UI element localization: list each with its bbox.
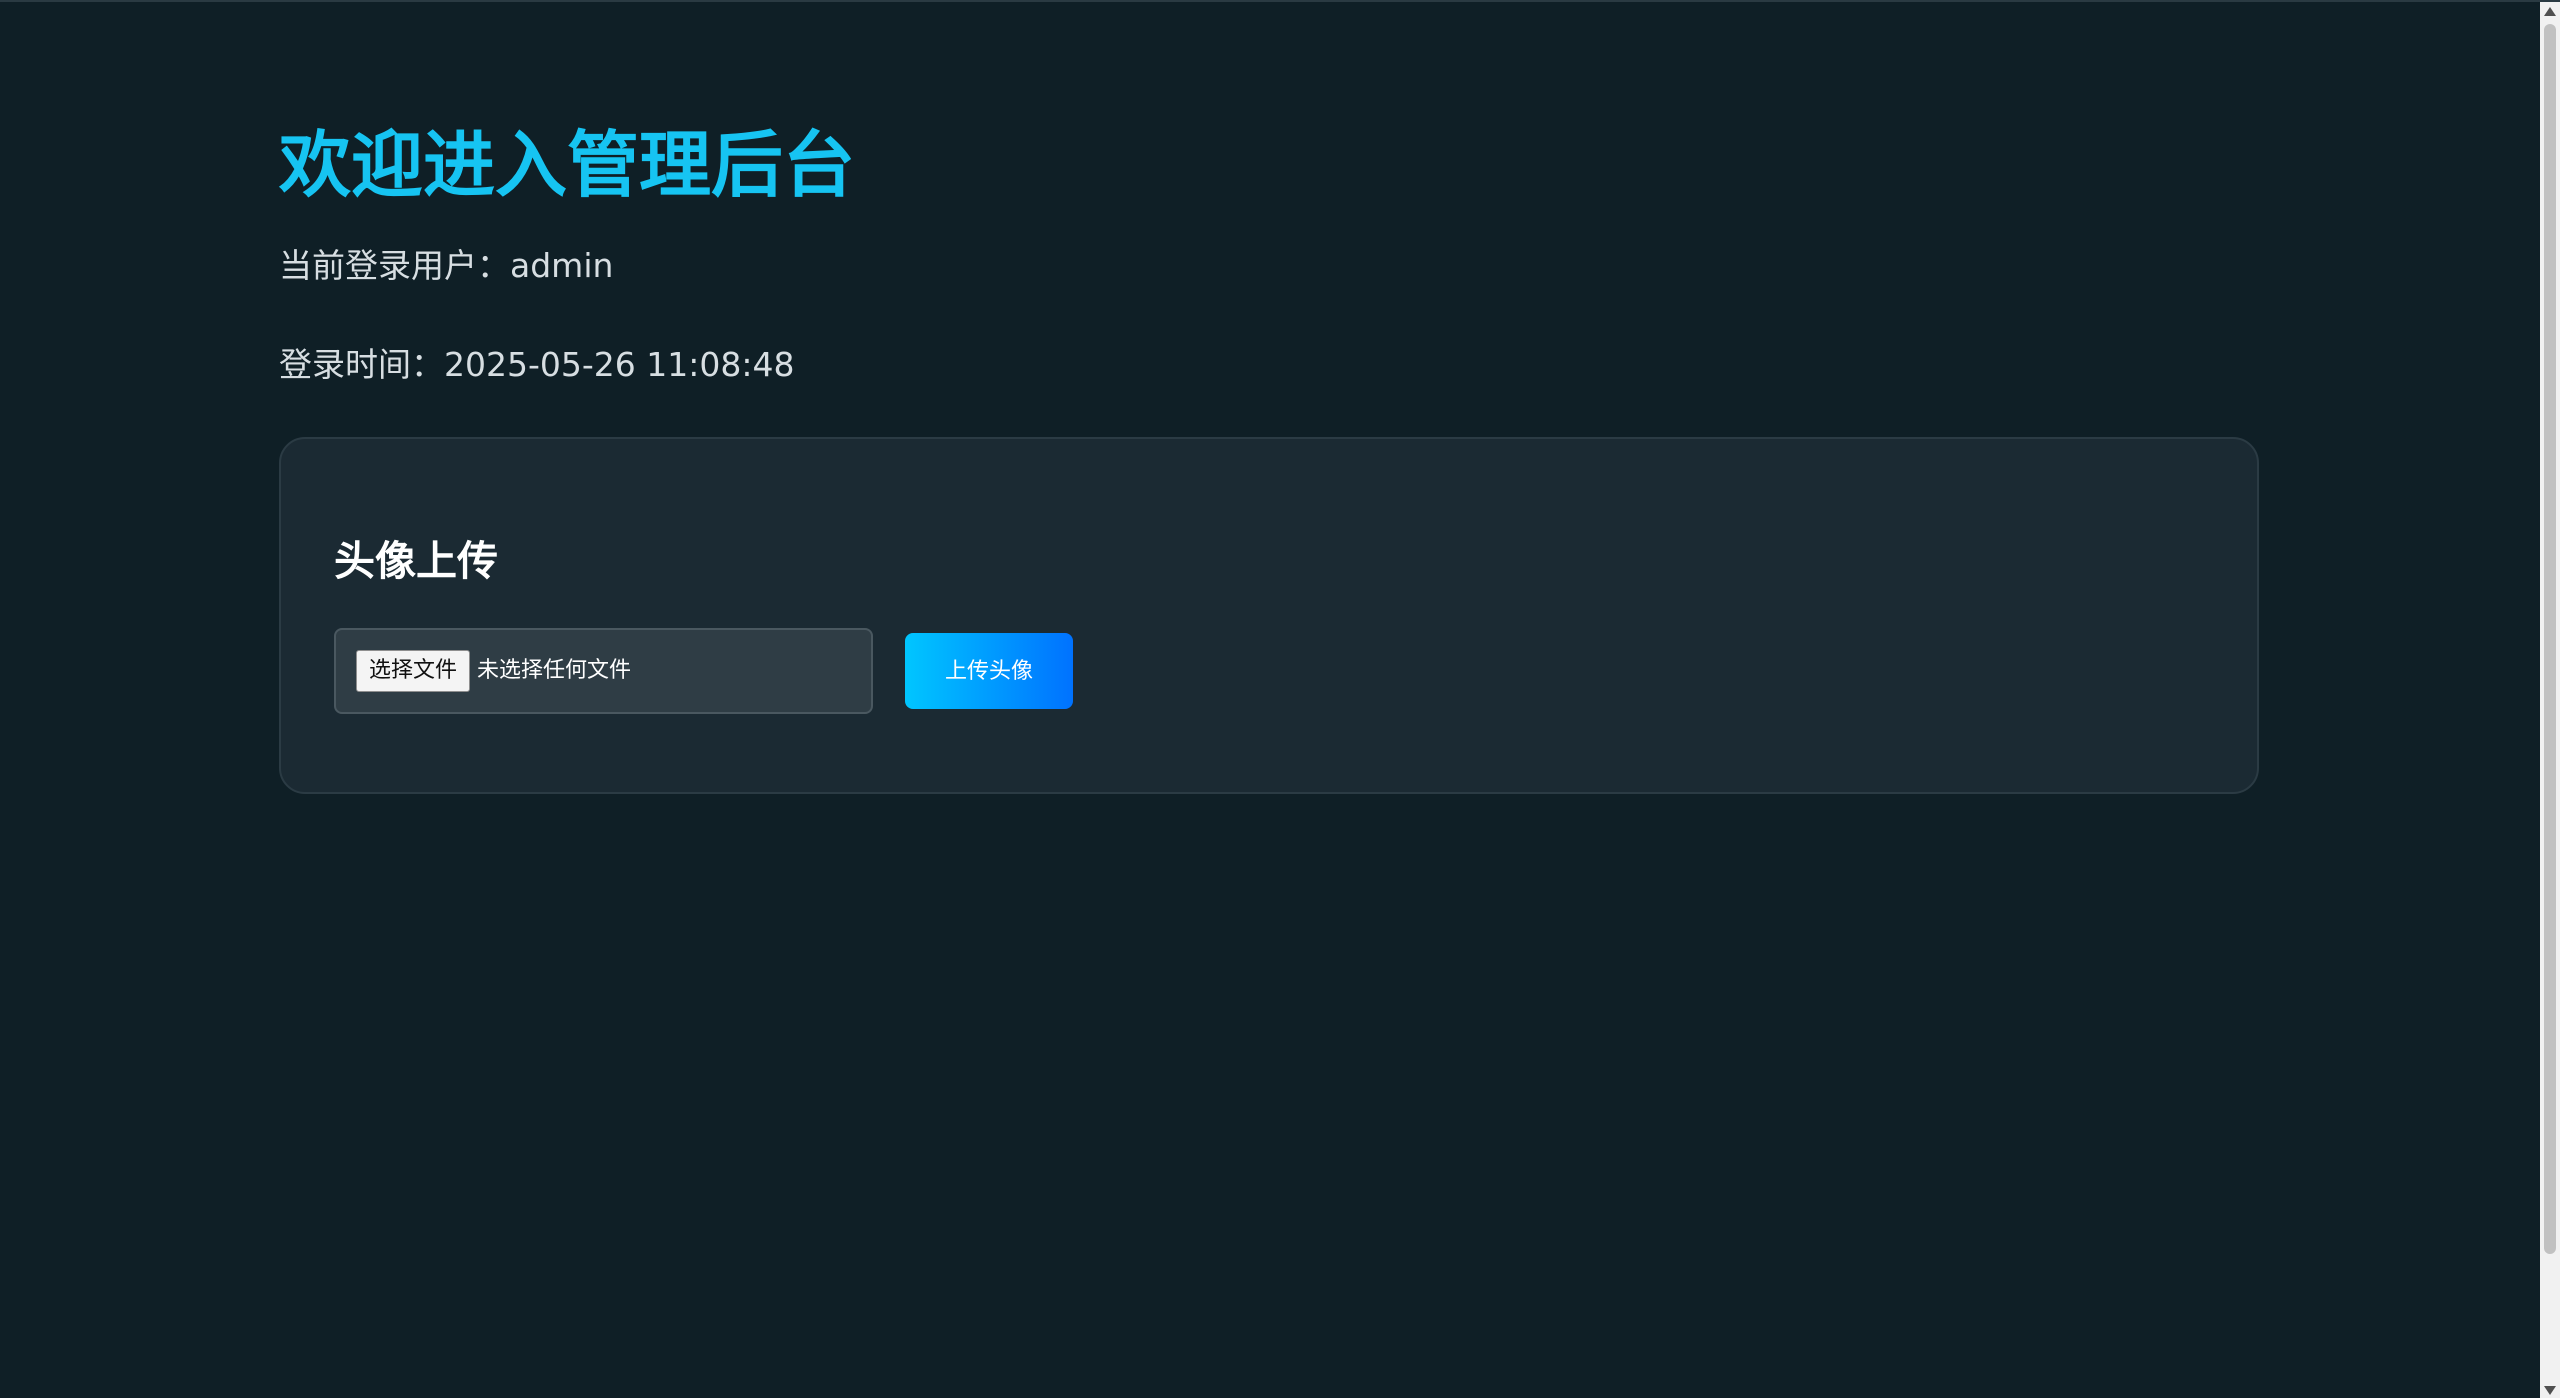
login-time-text: 登录时间：2025-05-26 11:08:48	[279, 345, 795, 384]
page-title: 欢迎进入管理后台	[279, 123, 856, 207]
upload-avatar-button[interactable]: 上传头像	[905, 633, 1073, 709]
avatar-upload-card: 头像上传 选择文件 未选择任何文件 上传头像	[279, 437, 2259, 794]
current-user-text: 当前登录用户：admin	[279, 246, 614, 285]
scroll-down-icon[interactable]	[2544, 1386, 2556, 1395]
scroll-up-icon[interactable]	[2544, 7, 2556, 16]
vertical-scrollbar[interactable]	[2540, 2, 2560, 1398]
avatar-upload-title: 头像上传	[334, 537, 498, 585]
file-status-text: 未选择任何文件	[477, 658, 632, 683]
admin-dashboard-page: 欢迎进入管理后台 当前登录用户：admin 登录时间：2025-05-26 11…	[0, 0, 2560, 1398]
scrollbar-thumb[interactable]	[2544, 24, 2556, 1254]
choose-file-button[interactable]: 选择文件	[356, 650, 471, 692]
avatar-file-input[interactable]: 选择文件 未选择任何文件	[334, 628, 873, 714]
